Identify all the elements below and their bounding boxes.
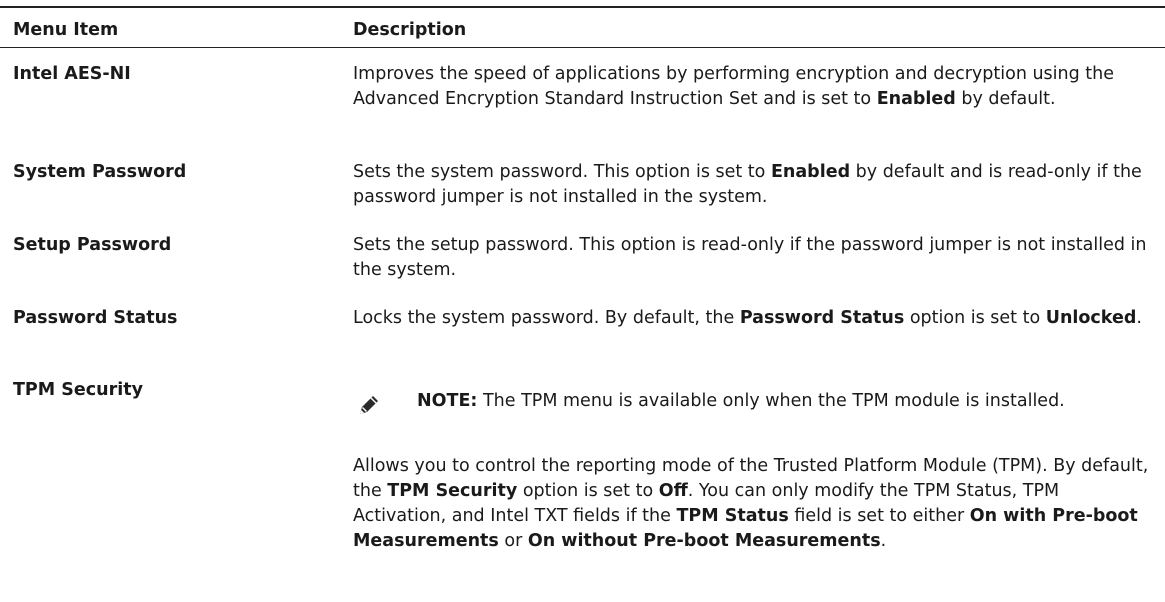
emphasis-text: Off — [658, 481, 688, 501]
emphasis-text: Password Status — [739, 308, 905, 328]
emphasis-text: Enabled — [876, 89, 956, 109]
menu-item-label: Password Status — [13, 308, 178, 328]
emphasis-text: Unlocked — [1045, 308, 1137, 328]
emphasis-text: On without Pre-boot Measurements — [527, 531, 881, 551]
description-text: or — [498, 531, 528, 551]
menu-item-description: Sets the system password. This option is… — [353, 160, 1153, 210]
pencil-icon — [357, 393, 381, 417]
description-text: by default. — [955, 89, 1056, 109]
menu-item-label: System Password — [13, 162, 187, 182]
menu-item-description: Allows you to control the reporting mode… — [353, 454, 1153, 554]
menu-item-description: Improves the speed of applications by pe… — [353, 62, 1153, 112]
description-text: Locks the system password. By default, t… — [353, 308, 740, 328]
emphasis-text: Enabled — [770, 162, 851, 182]
menu-item-label: Intel AES-NI — [13, 64, 131, 84]
description-text: option is set to — [904, 308, 1046, 328]
description-text: option is set to — [517, 481, 659, 501]
note-label: NOTE: — [417, 391, 478, 411]
table-top-rule — [0, 6, 1165, 8]
description-text: . — [1136, 308, 1142, 328]
menu-item-description: Sets the setup password. This option is … — [353, 233, 1153, 283]
menu-item-label: TPM Security — [13, 380, 143, 400]
emphasis-text: TPM Security — [387, 481, 518, 501]
emphasis-text: TPM Status — [676, 506, 789, 526]
note-text: NOTE: The TPM menu is available only whe… — [417, 389, 1147, 414]
note-body: The TPM menu is available only when the … — [477, 391, 1065, 411]
description-text: Sets the setup password. This option is … — [353, 235, 1147, 280]
header-menu-item: Menu Item — [13, 20, 119, 40]
header-description: Description — [353, 20, 467, 40]
description-text: . — [880, 531, 887, 551]
description-text: Sets the system password. This option is… — [353, 162, 771, 182]
description-text: field is set to either — [788, 506, 970, 526]
menu-item-label: Setup Password — [13, 235, 172, 255]
menu-item-description: Locks the system password. By default, t… — [353, 306, 1153, 331]
header-rule — [0, 47, 1165, 48]
